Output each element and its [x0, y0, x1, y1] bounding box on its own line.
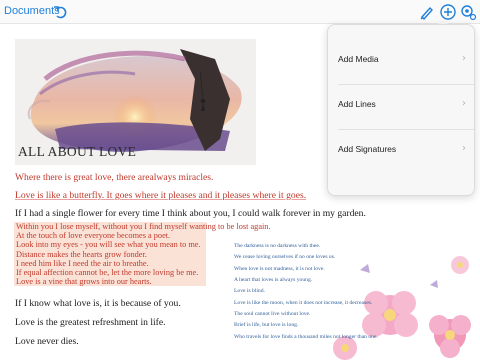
menu-item-label: Add Lines	[338, 99, 376, 109]
settings-icon[interactable]	[459, 3, 477, 21]
chevron-right-icon: ›	[462, 143, 466, 154]
poem-line: If equal affection cannot be, let the mo…	[16, 268, 199, 278]
poem-line: I need him like I need the air to breath…	[16, 258, 149, 268]
menu-item-label: Add Media	[338, 54, 379, 64]
quote-line: A heart that loves is always young.	[234, 277, 313, 284]
quote-line: We cease loving ourselves if no one love…	[234, 254, 336, 261]
menu-item-add-signatures[interactable]: Add Signatures ›	[328, 129, 474, 173]
menu-item-add-media[interactable]: Add Media ›	[328, 39, 474, 83]
text-line[interactable]: Where there is great love, there arealwa…	[15, 172, 213, 183]
text-line[interactable]: If I know what love is, it is because of…	[15, 298, 181, 309]
menu-item-label: Add Signatures	[338, 144, 397, 154]
add-menu-popover: Add Media › Add Lines › Add Signatures ›	[327, 24, 475, 196]
undo-icon[interactable]	[52, 3, 70, 21]
quote-line: Who travels for love finds a thousand mi…	[234, 333, 378, 340]
poem-line: Distance makes the hearts grow fonder.	[16, 249, 147, 259]
text-line[interactable]: Love is like a butterfly. It goes where …	[15, 190, 306, 201]
toolbar: Documents	[0, 0, 480, 24]
quote-line: The darkness is no darkness with thee.	[234, 243, 321, 249]
quote-line: When love is not madness, it is not love…	[234, 265, 325, 272]
hero-title: ALL ABOUT LOVE	[18, 144, 137, 159]
poem-line: Within you I lose myself, without you I …	[16, 222, 271, 231]
quote-line: Love is like the moon, when it does not …	[234, 299, 373, 306]
text-line[interactable]: If I had a single flower for every time …	[15, 208, 366, 219]
poem-line: At the touch of love everyone becomes a …	[16, 231, 171, 241]
text-line[interactable]: Love is the greatest refreshment in life…	[15, 317, 166, 328]
text-line[interactable]: Love never dies.	[15, 336, 79, 347]
pen-icon[interactable]	[418, 3, 436, 21]
quote-line: Love is blind.	[234, 288, 265, 295]
poem-line: Look into my eyes - you will see what yo…	[16, 240, 201, 250]
quotes-block[interactable]: The darkness is no darkness with thee. W…	[234, 241, 378, 343]
highlighted-poem-block[interactable]: Within you I lose myself, without you I …	[14, 222, 271, 287]
chevron-right-icon: ›	[462, 98, 466, 109]
quote-line: The soul cannot live without love.	[234, 311, 311, 318]
chevron-right-icon: ›	[462, 53, 466, 64]
quote-line: Brief is life, but love is long.	[234, 322, 299, 329]
menu-item-add-lines[interactable]: Add Lines ›	[328, 84, 474, 128]
hero-image[interactable]: ALL ABOUT LOVE	[15, 39, 256, 165]
poem-line: Love is a vine that grows into our heart…	[16, 277, 152, 287]
